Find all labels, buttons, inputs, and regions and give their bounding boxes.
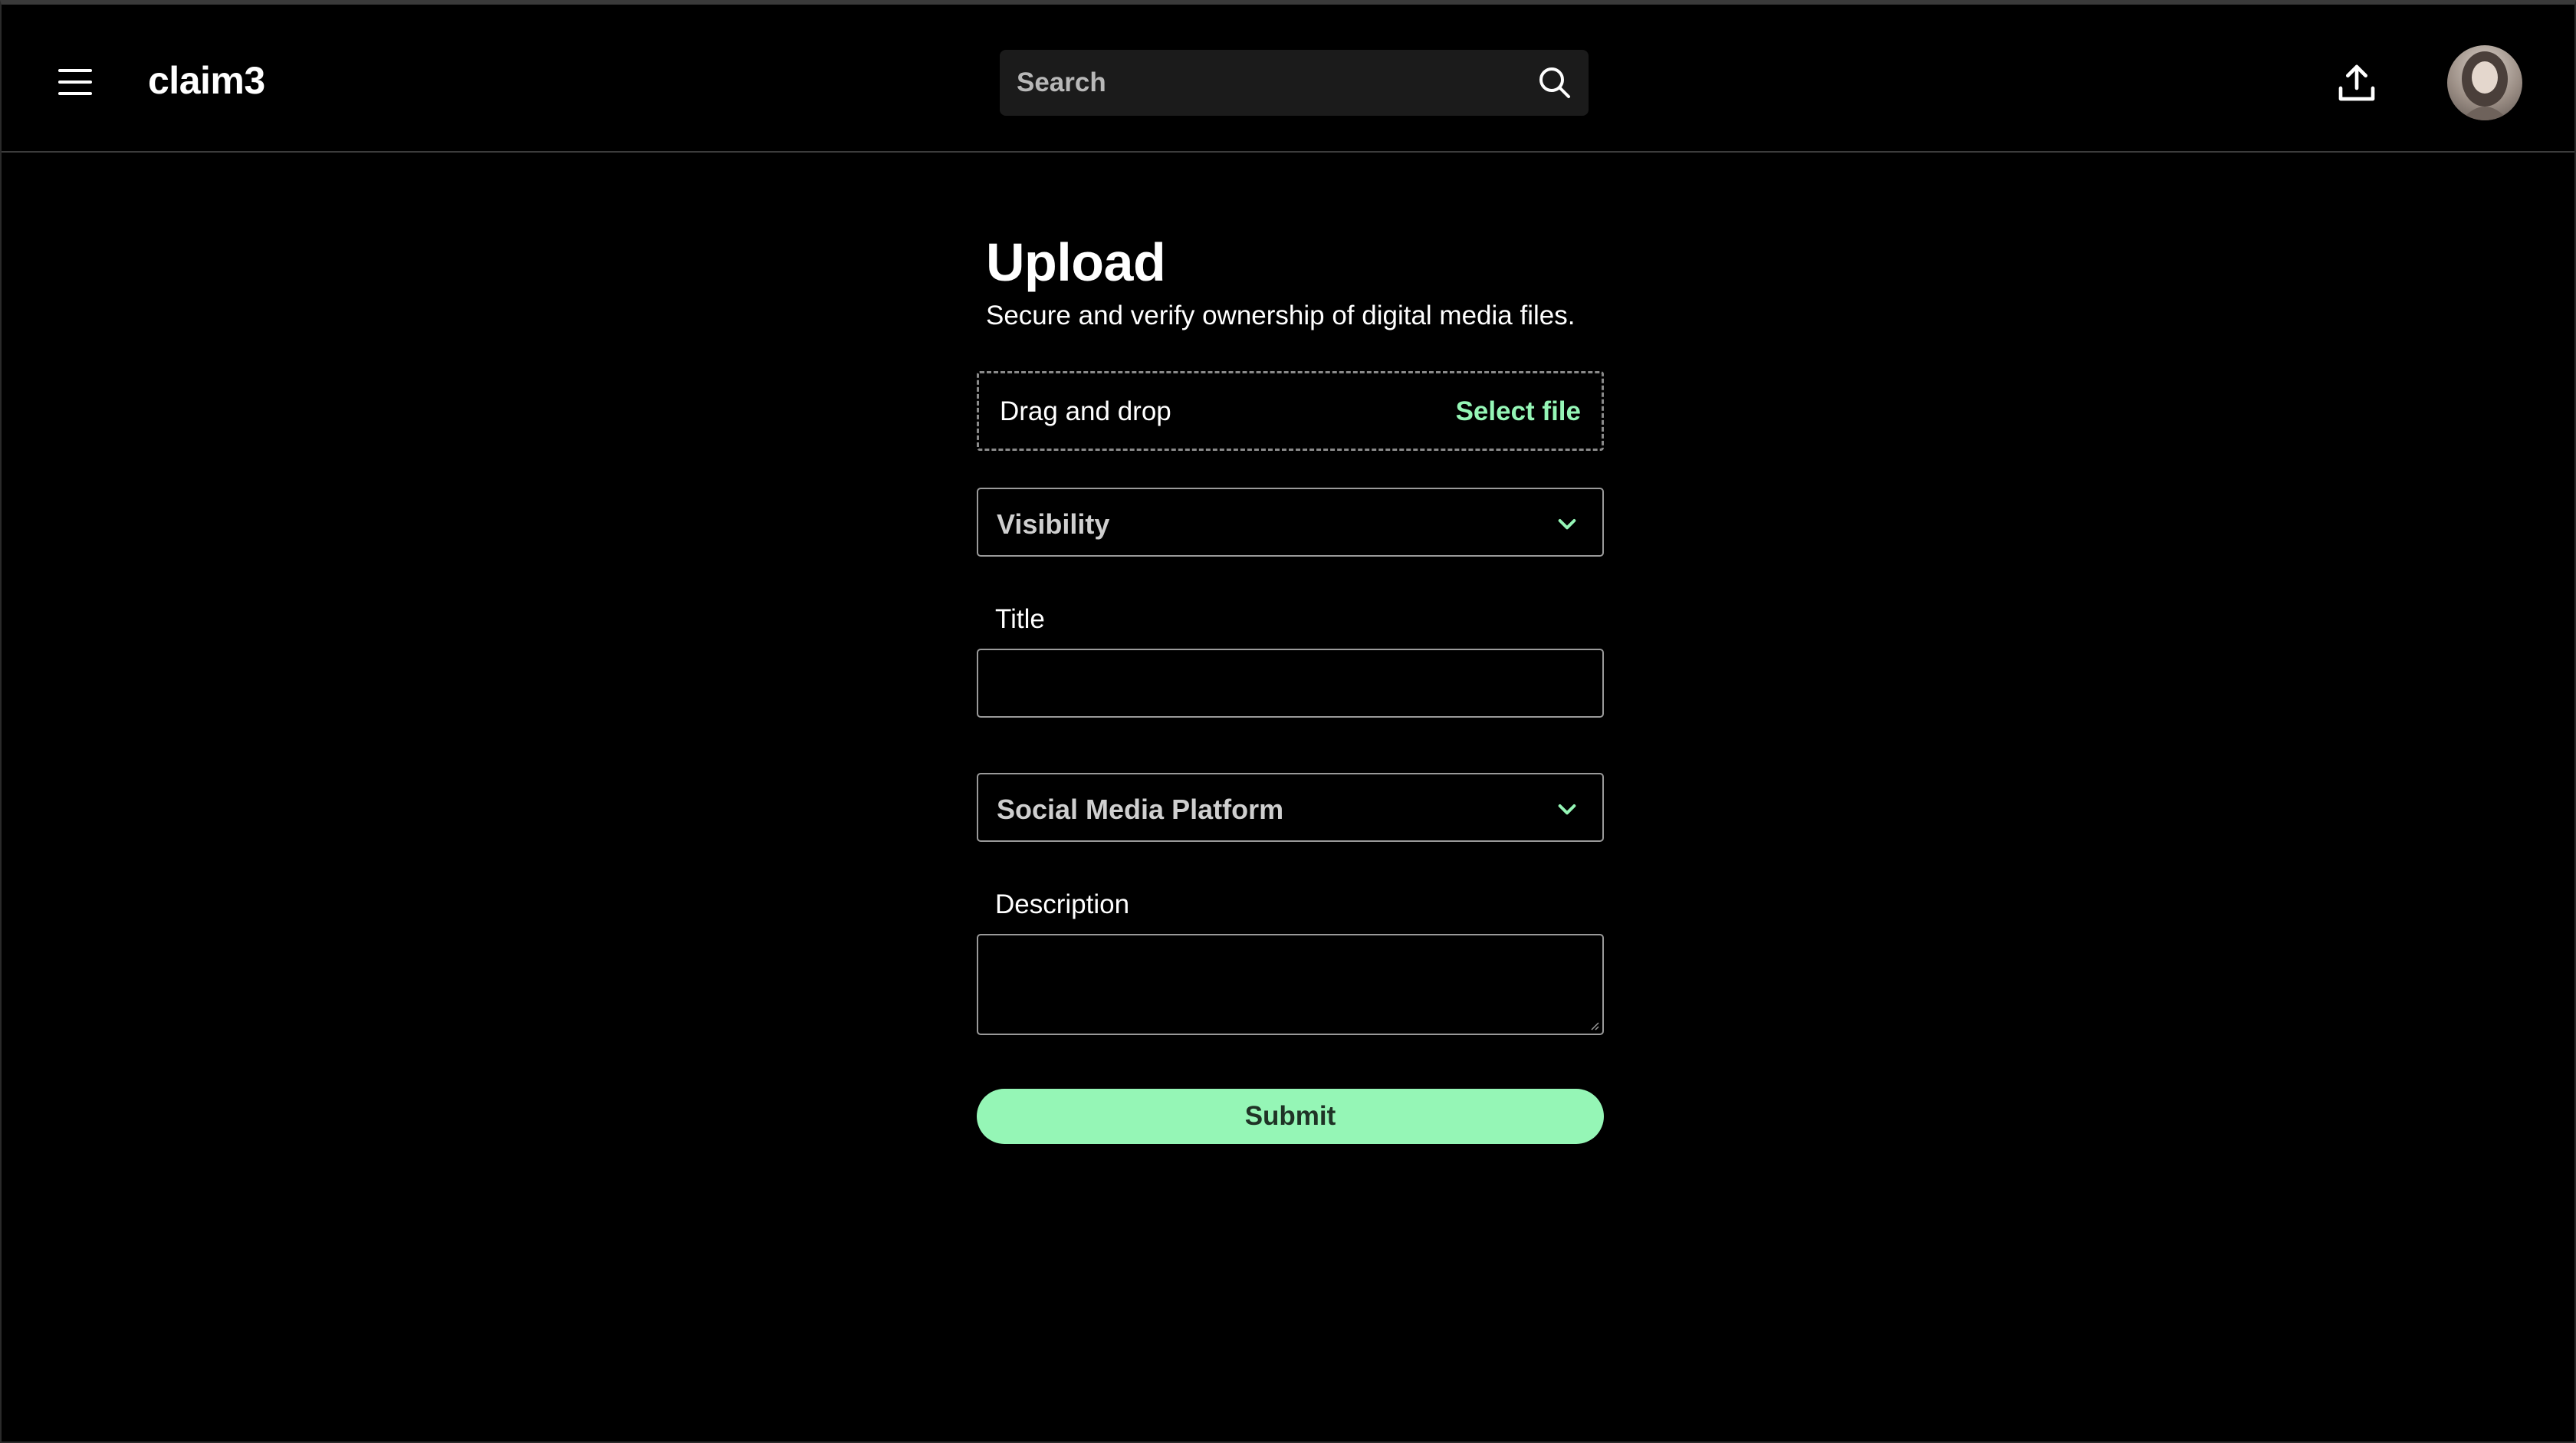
select-file-button[interactable]: Select file (1456, 396, 1581, 427)
chevron-down-icon (1558, 519, 1576, 530)
file-dropzone[interactable]: Drag and drop Select file (977, 371, 1604, 451)
hamburger-menu-icon[interactable] (58, 69, 92, 95)
social-media-platform-select[interactable]: Social Media Platform (977, 773, 1604, 842)
dropzone-text: Drag and drop (1000, 396, 1171, 426)
submit-button[interactable]: Submit (977, 1089, 1604, 1144)
page-title: Upload (986, 232, 1166, 292)
user-avatar[interactable] (2447, 45, 2522, 120)
search-icon[interactable] (1536, 64, 1573, 101)
description-textarea[interactable] (977, 934, 1604, 1035)
search-input[interactable] (1000, 50, 1589, 116)
resize-handle-icon[interactable] (1590, 1021, 1599, 1030)
app-window: claim3 Upload Secure and verify ownershi… (0, 0, 2576, 1443)
title-input[interactable] (977, 649, 1604, 718)
top-navigation-bar: claim3 (2, 5, 2574, 153)
visibility-select[interactable]: Visibility (977, 488, 1604, 557)
visibility-select-label: Visibility (997, 508, 1110, 540)
description-label: Description (995, 889, 1130, 919)
chevron-down-icon (1558, 804, 1576, 815)
search-bar (1000, 50, 1589, 116)
upload-icon[interactable] (2335, 61, 2378, 104)
page-subtitle: Secure and verify ownership of digital m… (986, 301, 1576, 330)
brand-logo[interactable]: claim3 (148, 58, 265, 103)
title-label: Title (995, 604, 1045, 634)
avatar-portrait-icon (2461, 51, 2509, 120)
platform-select-label: Social Media Platform (997, 794, 1284, 825)
